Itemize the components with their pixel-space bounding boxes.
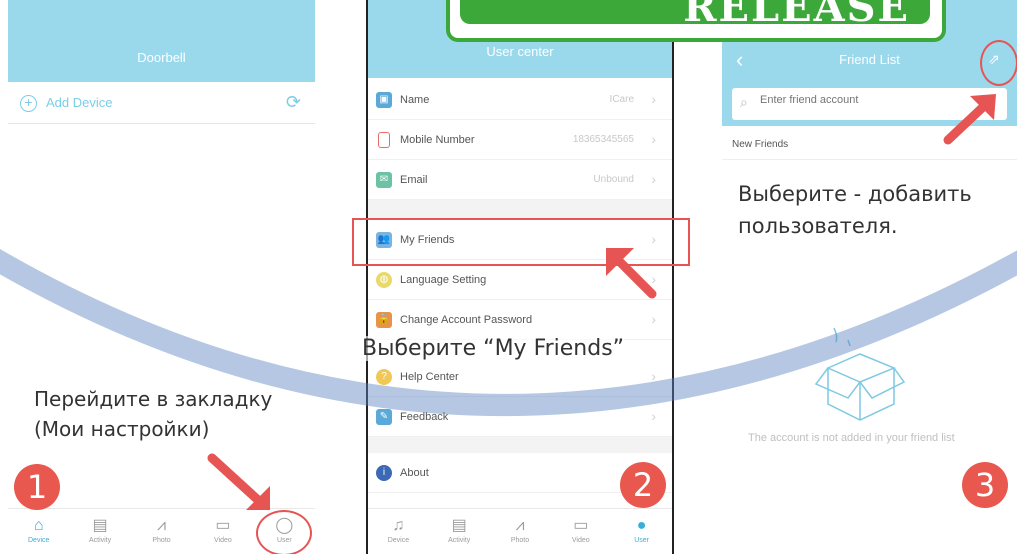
add-device-row[interactable]: + Add Device ⟳	[8, 82, 315, 124]
row-label: Name	[400, 94, 430, 106]
tab-label: Device	[28, 537, 50, 544]
info-icon: i	[376, 465, 392, 481]
step-badge-1: 1	[14, 464, 60, 510]
plus-icon: +	[20, 95, 37, 112]
feedback-icon: ✎	[376, 409, 392, 425]
chevron-right-icon: ›	[651, 131, 656, 147]
video-icon: ▭	[573, 517, 589, 534]
caption-line: Выберите - добавить	[738, 182, 972, 206]
calendar-icon: ▤	[92, 517, 108, 534]
row-help-center[interactable]: ? Help Center ›	[368, 357, 672, 397]
instruction-caption-3: Выберите - добавить пользователя.	[738, 178, 972, 242]
tab-label: Video	[571, 537, 590, 544]
arrow-icon	[207, 453, 270, 510]
row-mobile-number[interactable]: Mobile Number 18365345565 ›	[368, 120, 672, 160]
section-gap	[368, 200, 672, 220]
tab-label: Activity	[448, 537, 471, 544]
user-icon: ●	[636, 517, 647, 534]
tab-activity[interactable]: ▤ Activity	[69, 509, 130, 554]
section-gap	[368, 437, 672, 453]
chevron-right-icon: ›	[651, 368, 656, 384]
bell-icon: ♫	[392, 517, 405, 534]
chart-icon: ⩘	[157, 517, 167, 534]
step-badge-2: 2	[620, 462, 666, 508]
empty-state-text: The account is not added in your friend …	[748, 432, 955, 444]
page-title-text: Friend List	[839, 52, 900, 67]
row-label: Language Setting	[400, 274, 487, 286]
help-icon: ?	[376, 369, 392, 385]
row-value: 18365345565	[572, 134, 634, 145]
tab-photo[interactable]: ⩘ Photo	[131, 509, 192, 554]
tab-label: Activity	[89, 537, 112, 544]
highlight-add-friend	[980, 40, 1017, 86]
arrow-icon	[606, 248, 657, 299]
row-value: Unbound	[593, 174, 634, 185]
row-label: Mobile Number	[400, 134, 475, 146]
calendar-icon: ▤	[451, 517, 467, 534]
refresh-icon[interactable]: ⟳	[286, 92, 301, 113]
chevron-right-icon: ›	[651, 171, 656, 187]
instruction-caption-2: Выберите “My Friends”	[362, 336, 625, 361]
tab-label: Device	[387, 537, 410, 544]
tab-device[interactable]: ⌂ Device	[8, 509, 69, 554]
mail-icon: ✉	[376, 172, 392, 188]
arrow-icon	[943, 94, 996, 145]
empty-box-icon	[814, 327, 906, 421]
globe-icon: ◍	[376, 272, 392, 288]
step-badge-3: 3	[962, 462, 1008, 508]
status-bar	[8, 0, 315, 34]
tab-activity[interactable]: ▤ Activity	[429, 509, 490, 554]
lock-icon: 🔒	[376, 312, 392, 328]
home-icon: ⌂	[33, 517, 44, 534]
release-banner: RELEASE	[460, 0, 930, 24]
page-title: ‹ Friend List ⇗	[722, 38, 1017, 82]
add-device-label: Add Device	[46, 95, 113, 110]
tab-user[interactable]: ● User	[611, 509, 672, 554]
phone-icon	[378, 132, 390, 148]
row-label: Change Account Password	[400, 314, 533, 326]
row-email[interactable]: ✉ Email Unbound ›	[368, 160, 672, 200]
tab-label: Photo	[152, 537, 171, 544]
friend-search-input[interactable]	[760, 94, 960, 106]
row-feedback[interactable]: ✎ Feedback ›	[368, 397, 672, 437]
tab-video[interactable]: ▭ Video	[550, 509, 611, 554]
tab-label: Photo	[510, 537, 530, 544]
highlight-user-tab	[256, 510, 312, 554]
tab-label: User	[634, 537, 649, 544]
caption-line: пользователя.	[738, 214, 898, 238]
row-change-password[interactable]: 🔒 Change Account Password ›	[368, 300, 672, 340]
id-card-icon: ▣	[376, 92, 392, 108]
video-icon: ▭	[215, 517, 231, 534]
row-label: Help Center	[400, 371, 459, 383]
tab-photo[interactable]: ⩘ Photo	[490, 509, 551, 554]
chart-icon: ⩘	[515, 517, 525, 534]
caption-line: Перейдите в закладку	[34, 387, 273, 411]
instruction-caption-1: Перейдите в закладку (Мои настройки)	[34, 384, 272, 444]
caption-line: (Мои настройки)	[34, 417, 210, 441]
bottom-tab-bar: ♫ Device ▤ Activity ⩘ Photo ▭ Video ● User	[368, 508, 672, 554]
tab-device[interactable]: ♫ Device	[368, 509, 429, 554]
back-icon[interactable]: ‹	[736, 38, 743, 82]
chevron-right-icon: ›	[651, 408, 656, 424]
chevron-right-icon: ›	[651, 311, 656, 327]
row-label: About	[400, 467, 429, 479]
row-label: Feedback	[400, 411, 449, 423]
row-name[interactable]: ▣ Name ICare ›	[368, 80, 672, 120]
row-value: ICare	[609, 94, 634, 105]
page-title: User center	[368, 40, 672, 78]
chevron-right-icon: ›	[651, 91, 656, 107]
tab-label: Video	[214, 537, 232, 544]
search-icon: ⌕	[740, 94, 748, 110]
page-title: Doorbell	[8, 34, 315, 82]
row-label: Email	[400, 174, 428, 186]
